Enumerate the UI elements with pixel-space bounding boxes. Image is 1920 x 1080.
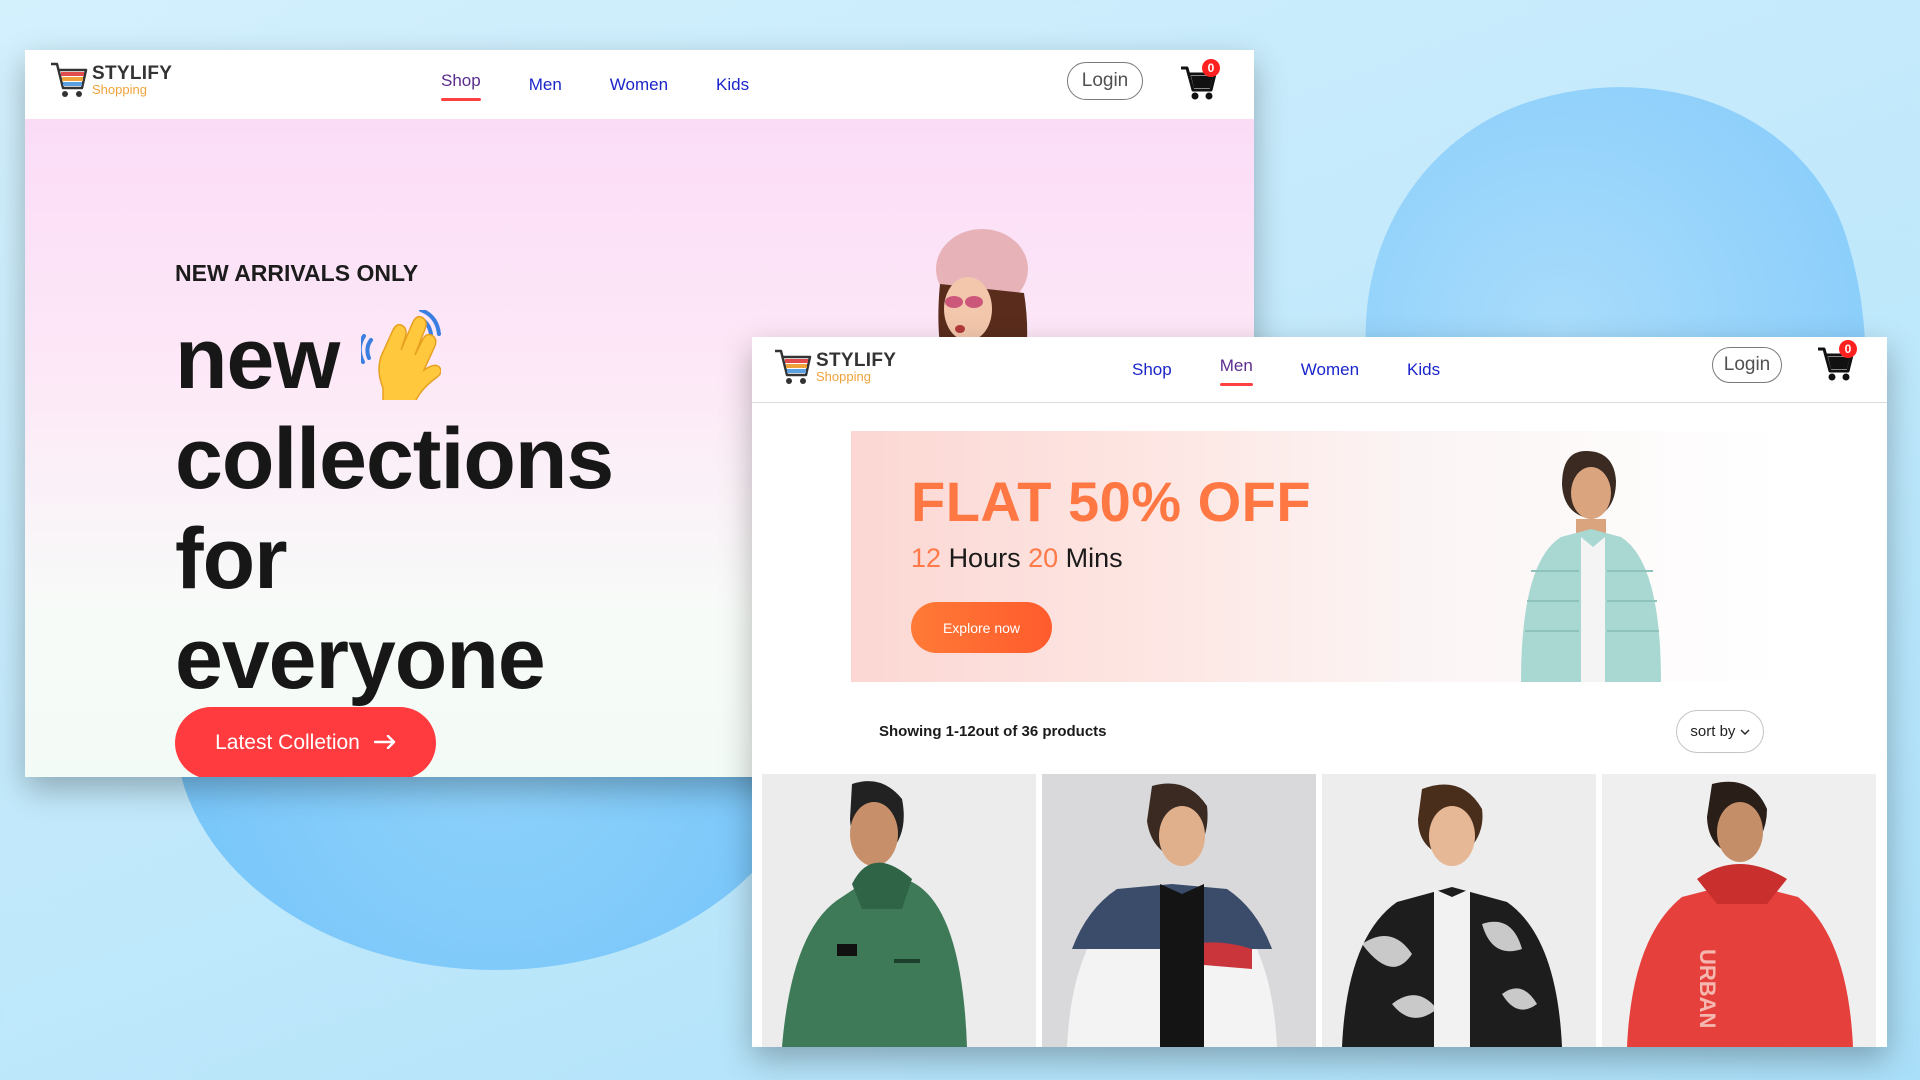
offer-countdown: 12 Hours 20 Mins	[911, 543, 1123, 574]
sort-dropdown[interactable]: sort by	[1676, 710, 1764, 753]
explore-now-button[interactable]: Explore now	[911, 602, 1052, 653]
svg-text:URBAN: URBAN	[1695, 949, 1720, 1028]
nav-item-kids[interactable]: Kids	[1407, 360, 1440, 380]
product-card[interactable]	[1042, 774, 1316, 1047]
nav-item-men[interactable]: Men	[529, 75, 562, 95]
latest-collection-button[interactable]: Latest Colletion	[175, 707, 436, 777]
countdown-mins-label: Mins	[1065, 543, 1123, 573]
product-grid: URBAN	[762, 774, 1877, 1047]
nav-item-shop[interactable]: Shop	[441, 71, 481, 101]
shopping-cart-icon	[50, 60, 88, 100]
product-image	[1322, 774, 1596, 1047]
nav-item-women[interactable]: Women	[610, 75, 668, 95]
arrow-right-icon	[373, 731, 396, 755]
waving-hand-icon	[358, 307, 442, 421]
cart-button[interactable]: 0	[1180, 59, 1220, 102]
top-nav: STYLIFY Shopping Shop Men Women Kids Log…	[752, 337, 1887, 403]
offer-banner: FLAT 50% OFF 12 Hours 20 Mins Explore no…	[851, 431, 1781, 682]
cart-icon	[1817, 347, 1854, 387]
hero-title-line: for	[175, 511, 288, 607]
login-button[interactable]: Login	[1712, 347, 1782, 383]
nav-item-shop[interactable]: Shop	[1132, 360, 1172, 380]
nav-item-kids[interactable]: Kids	[716, 75, 749, 95]
product-image	[1042, 774, 1316, 1047]
countdown-mins: 20	[1028, 543, 1059, 573]
product-card[interactable]	[762, 774, 1036, 1047]
cart-count-badge: 0	[1202, 59, 1220, 77]
brand-name: STYLIFY	[816, 350, 897, 371]
cart-icon	[1180, 66, 1217, 106]
login-button[interactable]: Login	[1067, 62, 1143, 100]
banner-model-image	[1491, 431, 1676, 682]
main-menu: Shop Men Women Kids	[1132, 337, 1488, 402]
brand-logo[interactable]: STYLIFY Shopping	[774, 347, 896, 387]
hero-title-line: everyone	[175, 611, 546, 707]
shopping-cart-icon	[774, 347, 812, 387]
offer-title: FLAT 50% OFF	[911, 470, 1312, 533]
hero-title: new collections for everyone	[175, 307, 614, 709]
cart-button[interactable]: 0	[1817, 340, 1857, 387]
countdown-hours: 12	[911, 543, 942, 573]
main-menu: Shop Men Women Kids	[441, 50, 797, 119]
top-nav: STYLIFY Shopping Shop Men Women Kids Log…	[25, 50, 1254, 119]
hero-title-line: new	[175, 311, 340, 407]
brand-tagline: Shopping	[92, 82, 147, 97]
latest-collection-label: Latest Colletion	[215, 731, 360, 754]
countdown-hours-label: Hours	[948, 543, 1021, 573]
brand-logo[interactable]: STYLIFY Shopping	[50, 60, 172, 100]
product-card[interactable]	[1322, 774, 1596, 1047]
brand-tagline: Shopping	[816, 369, 871, 384]
chevron-down-icon	[1740, 723, 1750, 740]
hero-title-line: collections	[175, 411, 614, 507]
men-category-screenshot: STYLIFY Shopping Shop Men Women Kids Log…	[752, 337, 1887, 1047]
brand-name: STYLIFY	[92, 63, 173, 84]
product-card[interactable]: URBAN	[1602, 774, 1876, 1047]
product-image: URBAN	[1602, 774, 1876, 1047]
nav-item-women[interactable]: Women	[1301, 360, 1359, 380]
cart-count-badge: 0	[1839, 340, 1857, 358]
sort-label: sort by	[1690, 723, 1736, 740]
results-count: Showing 1-12out of 36 products	[879, 723, 1107, 740]
product-image	[762, 774, 1036, 1047]
hero-eyebrow: NEW ARRIVALS ONLY	[175, 260, 419, 286]
nav-item-men[interactable]: Men	[1219, 356, 1253, 386]
